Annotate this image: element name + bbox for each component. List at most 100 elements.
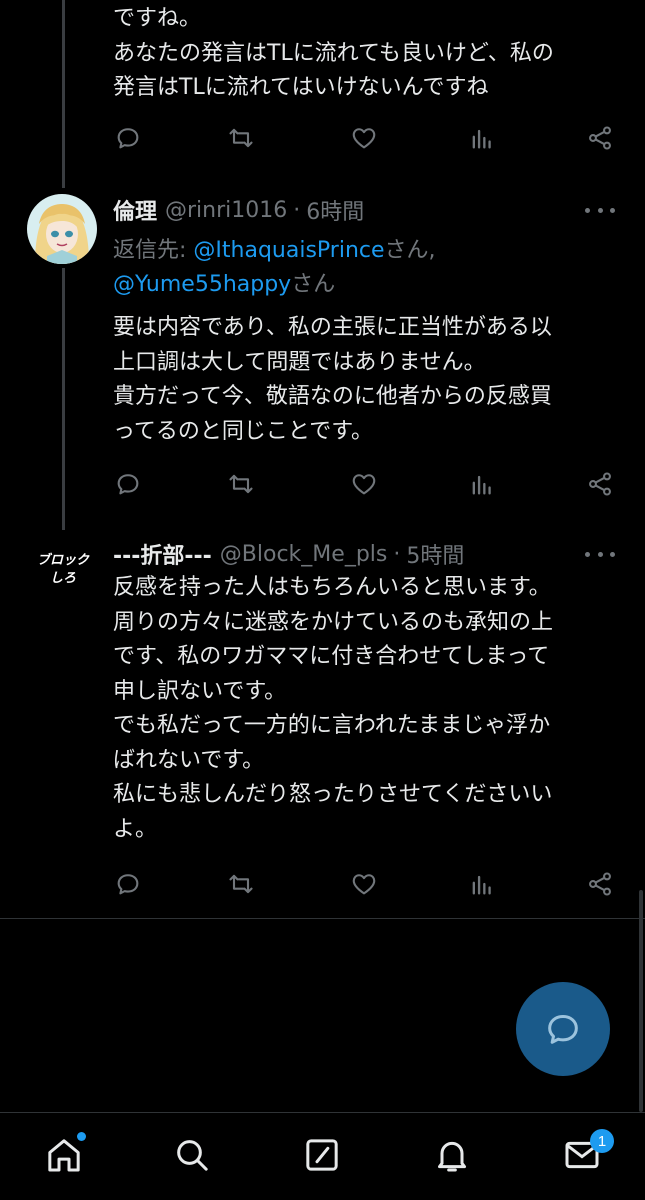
tweet-line: ですね。 bbox=[113, 6, 202, 31]
more-dot bbox=[597, 207, 603, 213]
compose-reply-fab[interactable] bbox=[516, 982, 610, 1076]
tweet-line: 発言はTLに流れてはいけないんですね bbox=[113, 75, 489, 100]
notifications-icon bbox=[438, 1141, 466, 1172]
tweet-line: よ。 bbox=[113, 816, 158, 842]
reply-icon bbox=[117, 474, 139, 495]
nav-compose[interactable] bbox=[300, 1133, 344, 1177]
tweet-actions bbox=[108, 118, 618, 158]
views-button[interactable] bbox=[462, 464, 502, 504]
like-icon bbox=[352, 128, 376, 149]
tweet-line: 貴方だって今、敬語なのに他者からの反感買 bbox=[113, 384, 552, 409]
tweet-block-me[interactable]: ブロック しろ ---折部--- @Block_Me_pls · 5時間 反感を… bbox=[0, 536, 645, 916]
display-name[interactable]: ---折部--- bbox=[113, 538, 212, 570]
like-button[interactable] bbox=[344, 464, 384, 504]
reply-san: さん bbox=[291, 272, 336, 297]
reply-prefix: 返信先: bbox=[113, 238, 187, 263]
tweet-line: 私にも悲しんだり怒ったりさせてくださいい bbox=[113, 782, 553, 807]
nav-home[interactable] bbox=[42, 1132, 86, 1177]
reply-button[interactable] bbox=[108, 464, 148, 504]
bottom-nav: 1 bbox=[0, 1112, 645, 1200]
reply-to: 返信先: @IthaquaisPrinceさん, @Yume55happyさん bbox=[113, 234, 436, 302]
nav-messages[interactable]: 1 bbox=[560, 1129, 614, 1177]
feed-divider bbox=[0, 918, 645, 919]
share-button[interactable] bbox=[580, 118, 620, 158]
tweet-actions bbox=[108, 464, 618, 504]
reply-san: さん, bbox=[384, 238, 436, 263]
tweet-body: 要は内容であり、私の主張に正当性がある以 上口調は大して問題ではありません。 貴… bbox=[113, 311, 623, 449]
avatar-text-line: ブロック bbox=[36, 553, 89, 568]
timestamp[interactable]: 6時間 bbox=[306, 194, 364, 226]
views-icon bbox=[472, 475, 491, 495]
tweet-actions bbox=[108, 864, 618, 904]
share-icon bbox=[589, 872, 611, 896]
retweet-icon bbox=[229, 474, 253, 494]
tweet-line: です、私のワガママに付き合わせてしまって bbox=[113, 644, 550, 669]
tweet-body: ですね。 あなたの発言はTLに流れても良いけど、私の 発言はTLに流れてはいけな… bbox=[113, 2, 623, 106]
like-button[interactable] bbox=[344, 864, 384, 904]
avatar-text-logo[interactable]: ブロック しろ bbox=[28, 552, 98, 588]
like-icon bbox=[352, 474, 376, 495]
home-icon bbox=[48, 1139, 80, 1172]
tweet-previous[interactable]: ですね。 あなたの発言はTLに流れても良いけど、私の 発言はTLに流れてはいけな… bbox=[0, 0, 645, 170]
retweet-button[interactable] bbox=[221, 864, 261, 904]
share-icon bbox=[589, 126, 611, 150]
more-dot bbox=[597, 551, 603, 557]
tweet-line: 申し訳ないです。 bbox=[113, 678, 287, 704]
more-dot bbox=[610, 551, 615, 557]
tweet-header: ---折部--- @Block_Me_pls · 5時間 bbox=[113, 537, 464, 571]
display-name[interactable]: 倫理 bbox=[113, 194, 157, 226]
reply-icon bbox=[117, 874, 139, 895]
tweet-line: 上口調は大して問題ではありません。 bbox=[113, 349, 486, 375]
reply-icon bbox=[117, 128, 139, 149]
separator: · bbox=[393, 541, 401, 567]
new-posts-dot bbox=[77, 1132, 86, 1141]
reply-button[interactable] bbox=[108, 864, 148, 904]
tweet-line: あなたの発言はTLに流れても良いけど、私の bbox=[113, 40, 554, 66]
tweet-line: 要は内容であり、私の主張に正当性がある以 bbox=[113, 315, 552, 340]
tweet-header: 倫理 @rinri1016 · 6時間 bbox=[113, 193, 364, 227]
views-icon bbox=[472, 129, 491, 149]
more-dot bbox=[585, 551, 590, 557]
views-button[interactable] bbox=[462, 864, 502, 904]
compose-icon bbox=[306, 1139, 338, 1171]
retweet-button[interactable] bbox=[221, 118, 261, 158]
tweet-rinri[interactable]: 倫理 @rinri1016 · 6時間 返信先: @IthaquaisPrinc… bbox=[0, 190, 645, 520]
timestamp[interactable]: 5時間 bbox=[406, 538, 464, 570]
nav-notifications[interactable] bbox=[430, 1133, 474, 1177]
tweet-line: でも私だって一方的に言われたままじゃ浮か bbox=[113, 713, 551, 738]
avatar-image bbox=[27, 194, 97, 264]
nav-search[interactable] bbox=[170, 1133, 214, 1177]
scrollbar[interactable] bbox=[639, 890, 643, 1112]
reply-user-link[interactable]: @Yume55happy bbox=[113, 272, 291, 297]
tweet-line: ばれないです。 bbox=[113, 747, 265, 773]
retweet-icon bbox=[229, 128, 253, 148]
more-dot bbox=[585, 207, 590, 213]
reply-user-link[interactable]: @IthaquaisPrince bbox=[193, 238, 384, 263]
like-icon bbox=[352, 874, 376, 895]
retweet-icon bbox=[229, 874, 253, 894]
share-button[interactable] bbox=[580, 464, 620, 504]
more-options-button[interactable] bbox=[585, 193, 615, 227]
reply-button[interactable] bbox=[108, 118, 148, 158]
more-options-button[interactable] bbox=[585, 537, 615, 571]
handle[interactable]: @Block_Me_pls bbox=[220, 542, 388, 567]
separator: · bbox=[293, 197, 301, 223]
avatar[interactable] bbox=[27, 194, 97, 264]
share-button[interactable] bbox=[580, 864, 620, 904]
views-icon bbox=[472, 875, 491, 895]
avatar-text-line: しろ bbox=[49, 571, 76, 586]
tweet-line: 周りの方々に迷惑をかけているのも承知の上 bbox=[113, 609, 554, 635]
tweet-line: 反感を持った人はもちろんいると思います。 bbox=[113, 575, 551, 600]
handle[interactable]: @rinri1016 bbox=[165, 198, 287, 223]
share-icon bbox=[589, 472, 611, 496]
tweet-body: 反感を持った人はもちろんいると思います。 周りの方々に迷惑をかけているのも承知の… bbox=[113, 571, 623, 847]
tweet-line: ってるのと同じことです。 bbox=[113, 418, 374, 444]
reply-icon bbox=[548, 1015, 578, 1044]
search-icon bbox=[177, 1140, 208, 1171]
messages-badge: 1 bbox=[590, 1129, 614, 1153]
more-dot bbox=[610, 207, 615, 213]
like-button[interactable] bbox=[344, 118, 384, 158]
views-button[interactable] bbox=[462, 118, 502, 158]
retweet-button[interactable] bbox=[221, 464, 261, 504]
screen: ですね。 あなたの発言はTLに流れても良いけど、私の 発言はTLに流れてはいけな… bbox=[0, 0, 645, 1200]
